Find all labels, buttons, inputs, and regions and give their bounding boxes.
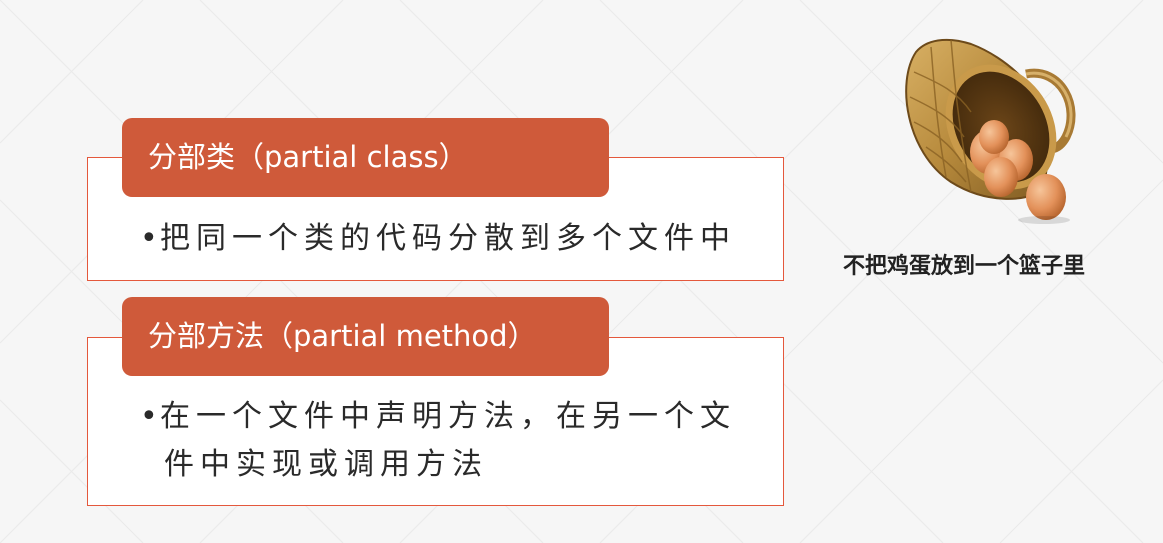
bullet-text-line-2: 件中实现或调用方法 [164, 447, 488, 482]
egg-basket-icon [905, 38, 1076, 224]
partial-class-heading: 分部类（partial class） [122, 118, 609, 197]
bullet-text-line-1: 在一个文件中声明方法，在另一个文 [160, 399, 736, 434]
bullet-text: 把同一个类的代码分散到多个文件中 [160, 221, 736, 256]
image-caption: 不把鸡蛋放到一个篮子里 [843, 254, 1086, 279]
partial-class-bullet: •把同一个类的代码分散到多个文件中 [140, 215, 760, 263]
bullet-dot-icon: • [140, 399, 158, 434]
partial-method-bullet: •在一个文件中声明方法，在另一个文 件中实现或调用方法 [140, 393, 760, 489]
partial-method-heading: 分部方法（partial method） [122, 297, 609, 376]
bullet-dot-icon: • [140, 221, 158, 256]
